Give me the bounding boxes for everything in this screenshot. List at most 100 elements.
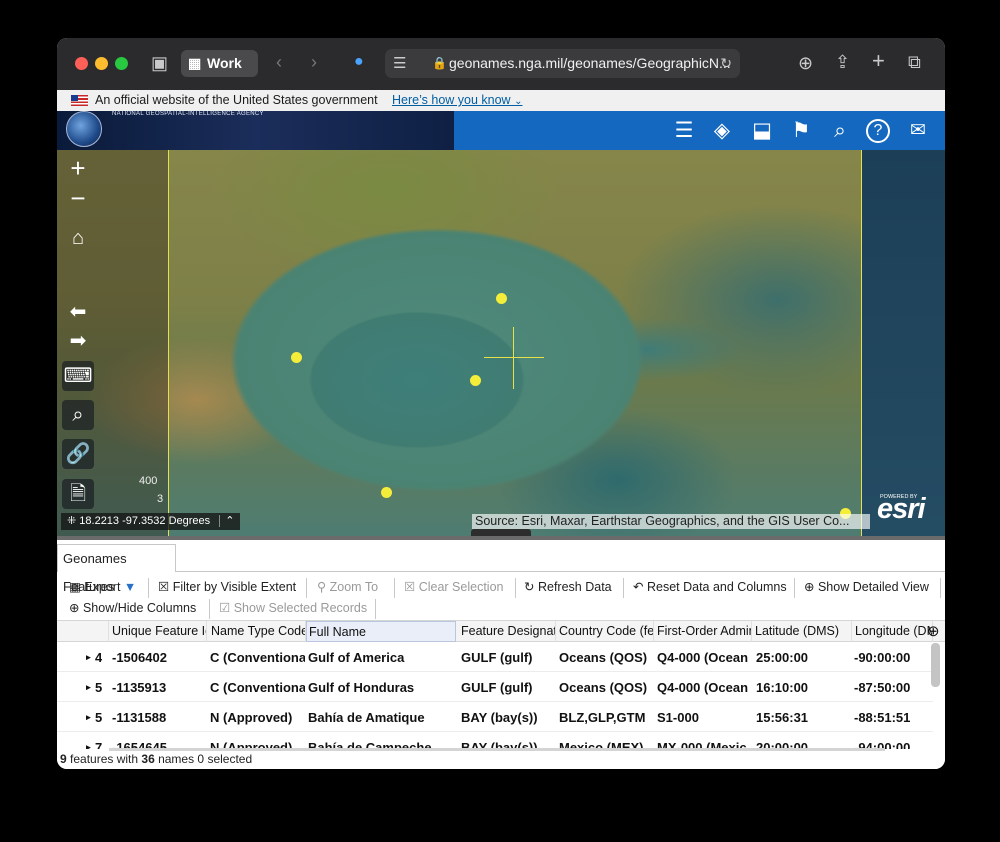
zoom-out-button[interactable]: −	[62, 183, 94, 213]
close-window-button[interactable]	[75, 57, 88, 70]
row-count: 5	[95, 680, 103, 695]
gov-banner-text: An official website of the United States…	[95, 93, 378, 107]
column-header-label: Longitude (DMS)	[855, 624, 932, 638]
clear-selection-button[interactable]: ☒ Clear Selection	[404, 578, 503, 596]
extent-line-left	[168, 150, 169, 536]
cell-ufi: -1135913	[112, 680, 167, 695]
cell-admin: Q4-000 (Ocean	[657, 650, 749, 665]
checkbox-icon: ☒	[158, 580, 170, 594]
cell-latitude: 15:56:31	[756, 710, 809, 725]
cell-full-name: Gulf of America	[308, 650, 405, 665]
export-button[interactable]: ▦ Export ▼	[69, 578, 136, 596]
plus-circle-icon: ⊕	[804, 580, 815, 594]
toolbar-separator	[940, 578, 941, 598]
expand-icon[interactable]: ▸	[86, 733, 91, 749]
feature-marker[interactable]	[291, 352, 302, 363]
column-header[interactable]: Longitude (DMS)	[853, 621, 933, 642]
column-header-label: Full Name	[309, 625, 366, 639]
expand-icon[interactable]: ▸	[86, 643, 91, 672]
column-header[interactable]: Full Name	[306, 621, 456, 642]
zoom-in-button[interactable]: +	[62, 153, 94, 183]
show-selected-records-button[interactable]: ☑ Show Selected Records	[219, 599, 367, 617]
cell-latitude: 25:00:00	[756, 650, 809, 665]
cell-longitude: -87:50:00	[854, 680, 911, 695]
previous-extent-icon[interactable]: ⬅	[62, 297, 94, 327]
magnify-icon[interactable]: ⌕	[62, 400, 94, 430]
selected-label: Show Selected Records	[233, 601, 368, 615]
sidebar-icon[interactable]: ▣	[151, 53, 168, 73]
reader-icon[interactable]: ☰	[393, 49, 406, 78]
expand-icon[interactable]: ▸	[86, 673, 91, 702]
address-bar[interactable]: ☰ 🔒 geonames.nga.mil/geonames/Geographic…	[385, 49, 740, 78]
tab-group-button[interactable]: ▦ Work ⌄	[181, 50, 258, 98]
toolbar-separator	[148, 578, 149, 598]
show-detailed-view-button[interactable]: ⊕ Show Detailed View	[804, 578, 929, 596]
add-column-icon[interactable]: ⊕	[927, 622, 940, 640]
crosshair-icon: ⁜	[67, 515, 77, 527]
cell-admin: Q4-000 (Ocean	[657, 680, 749, 695]
report-icon[interactable]: 🗎	[62, 479, 94, 509]
share-icon[interactable]: ⇪	[835, 52, 850, 72]
row-count: 5	[95, 710, 103, 725]
tab-geonames-features[interactable]: Geonames Features	[57, 544, 176, 594]
expand-icon[interactable]: ▸	[86, 703, 91, 732]
extension-icon[interactable]: ●	[354, 52, 364, 72]
download-icon[interactable]: ⊕	[798, 53, 813, 73]
horizontal-scrollbar[interactable]	[109, 748, 885, 751]
keyboard-icon[interactable]: ⌨	[62, 361, 94, 391]
feature-marker[interactable]	[470, 375, 481, 386]
feedback-mail-icon[interactable]: ✉	[905, 118, 931, 144]
table-row[interactable]: ▸ 7 -1654645 N (Approved) Bahía de Campe…	[57, 733, 933, 749]
help-icon[interactable]: ?	[866, 119, 890, 143]
coordinate-readout[interactable]: ⁜ 18.2213 -97.3532 Degrees ⌃	[61, 513, 241, 530]
tab-group-label: Work	[207, 55, 242, 71]
new-tab-icon[interactable]: +	[872, 50, 885, 72]
pin-icon: ⚲	[317, 580, 327, 594]
zoom-window-button[interactable]	[115, 57, 128, 70]
map-select-icon[interactable]: ⚑	[788, 118, 814, 144]
cell-latitude: 16:10:00	[756, 680, 809, 695]
panel-resize-handle[interactable]	[471, 529, 531, 536]
table-row[interactable]: ▸ 5 -1131588 N (Approved) Bahía de Amati…	[57, 703, 933, 732]
feature-marker[interactable]	[496, 293, 507, 304]
next-extent-icon[interactable]: ➡	[62, 326, 94, 356]
table-row[interactable]: ▸ 5 -1135913 C (Conventiona Gulf of Hond…	[57, 673, 933, 702]
reload-icon[interactable]: ↻	[720, 49, 732, 78]
list-icon[interactable]: ☰	[671, 118, 697, 144]
link-icon[interactable]: 🔗	[62, 439, 94, 469]
column-header[interactable]: Country Code (fea	[557, 621, 654, 642]
forward-icon[interactable]: ›	[311, 52, 317, 72]
column-header[interactable]: Name Type Code	[209, 621, 306, 642]
header-blank	[57, 621, 109, 642]
home-icon[interactable]: ⌂	[62, 223, 94, 253]
table-row[interactable]: ▸ 4 -1506402 C (Conventiona Gulf of Amer…	[57, 643, 933, 672]
map-attribution: Source: Esri, Maxar, Earthstar Geographi…	[472, 514, 870, 529]
refresh-data-button[interactable]: ↻ Refresh Data	[524, 578, 612, 596]
zoom-to-button[interactable]: ⚲ Zoom To	[317, 578, 378, 596]
cell-name-type: C (Conventiona	[210, 680, 305, 695]
search-icon[interactable]: ⌕	[827, 118, 853, 144]
chevron-up-icon[interactable]: ⌃	[219, 515, 235, 527]
gov-banner-link[interactable]: Here’s how you know ⌄	[392, 90, 522, 112]
column-header[interactable]: Latitude (DMS)	[753, 621, 852, 642]
tab-overview-icon[interactable]: ⧉	[908, 52, 921, 72]
row-count: 7	[95, 740, 103, 749]
layers-icon[interactable]: ◈	[709, 118, 735, 144]
showhide-label: Show/Hide Columns	[82, 601, 197, 615]
column-header[interactable]: First-Order Admin	[655, 621, 752, 642]
grid-icon: ▦	[69, 580, 81, 594]
minimize-window-button[interactable]	[95, 57, 108, 70]
filter-visible-extent-button[interactable]: ☒ Filter by Visible Extent	[158, 578, 296, 596]
back-icon[interactable]: ‹	[276, 52, 282, 72]
map-view[interactable]: + − ⌂ ⬅ ➡ ⌨ ⌕ 🔗 🗎 400 3 ⁜ 18.2213 -97.35…	[57, 150, 945, 536]
column-header[interactable]: Unique Feature Id	[110, 621, 207, 642]
attribute-table-panel: Geonames Features ▦ Export ▼ ☒ Filter by…	[57, 536, 945, 769]
reset-data-columns-button[interactable]: ↶ Reset Data and Columns	[633, 578, 787, 596]
footer-text: features with	[66, 752, 142, 766]
feature-marker[interactable]	[381, 487, 392, 498]
building-icon: ▦	[188, 55, 202, 71]
column-header[interactable]: Feature Designati	[459, 621, 556, 642]
vertical-scrollbar[interactable]	[931, 643, 940, 687]
show-hide-columns-button[interactable]: ⊕ Show/Hide Columns	[69, 599, 196, 617]
add-data-icon[interactable]: ⬓	[749, 118, 775, 144]
